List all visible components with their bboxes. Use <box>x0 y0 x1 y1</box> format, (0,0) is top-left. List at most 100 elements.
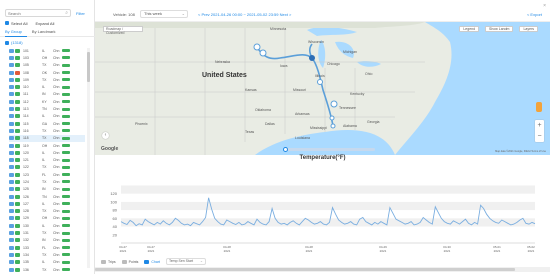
checkbox-icon[interactable] <box>9 114 14 119</box>
vehicle-row[interactable]: 132 IN Chn <box>9 237 85 244</box>
select-all-checkbox[interactable]: Select All <box>5 21 27 26</box>
sensor-select[interactable]: Temp Sen Start ⌄ <box>165 258 206 265</box>
vehicle-row[interactable]: 113 TN Chn <box>9 105 85 112</box>
collapse-panel-icon[interactable]: ‹ <box>102 132 109 139</box>
show-landmark-toggle[interactable]: Show Landm <box>485 26 514 32</box>
vehicle-row[interactable]: 124 TX Chn <box>9 178 85 185</box>
checkbox-icon[interactable] <box>9 70 14 75</box>
vehicle-row[interactable]: 122 TX Chn <box>9 164 85 171</box>
vehicle-row[interactable]: 128 TX Chn <box>9 208 85 215</box>
checkbox-icon[interactable] <box>9 63 14 68</box>
route-point[interactable] <box>309 55 315 61</box>
slider-handle[interactable] <box>283 147 288 152</box>
close-icon[interactable]: × <box>543 3 546 9</box>
layers-button[interactable]: Layers <box>519 26 538 32</box>
vehicle-row[interactable]: 133 FL Chn <box>9 244 85 251</box>
checkbox-icon[interactable] <box>9 194 14 199</box>
zoom-in-icon[interactable]: + <box>535 120 544 131</box>
checkbox-icon[interactable] <box>9 165 14 170</box>
checkbox-icon[interactable] <box>9 201 14 206</box>
checkbox-icon[interactable] <box>9 143 14 148</box>
checkbox-icon[interactable] <box>9 128 14 133</box>
vehicle-row[interactable]: 129 OH Chn <box>9 215 85 222</box>
map-type-select[interactable]: Roadmap / Customized <box>103 26 143 35</box>
route-point[interactable] <box>330 100 338 108</box>
search-icon[interactable]: ⌕ <box>65 10 68 16</box>
vehicle-row[interactable]: 112 KY Chn <box>9 98 85 105</box>
expand-all-button[interactable]: Expand All <box>35 21 54 26</box>
vehicle-row[interactable]: 126 TN Chn <box>9 193 85 200</box>
checkbox-icon[interactable] <box>9 158 14 163</box>
filter-link[interactable]: Filter <box>76 11 85 16</box>
tab-by-group[interactable]: By Group <box>5 29 22 34</box>
group-header[interactable]: (1318) <box>5 40 23 45</box>
vehicle-row[interactable]: 121 IL Chn <box>9 156 85 163</box>
checkbox-icon[interactable] <box>9 231 14 236</box>
period-select[interactable]: This week ⌄ <box>140 10 188 18</box>
chart-plot[interactable]: 2040608010012004-27202104-27202104-28202… <box>95 161 550 261</box>
checkbox-icon[interactable] <box>9 55 14 60</box>
checkbox-icon[interactable] <box>9 209 14 214</box>
map-view[interactable]: Roadmap / Customized Legend Show Landm L… <box>95 22 550 155</box>
vehicle-row[interactable]: 109 TX Chn <box>9 76 85 83</box>
tab-by-landmark[interactable]: By Landmark <box>32 29 56 34</box>
vehicle-row[interactable]: 118 TX Chn <box>9 134 85 142</box>
vehicle-row[interactable]: 127 IL Chn <box>9 200 85 207</box>
list-scrollbar[interactable] <box>87 48 90 268</box>
zoom-out-icon[interactable]: − <box>535 131 544 142</box>
vehicle-row[interactable]: 111 IN Chn <box>9 91 85 98</box>
vehicle-row[interactable]: 108 OK Chn <box>9 69 85 76</box>
checkbox-icon[interactable] <box>9 92 14 97</box>
vehicle-row[interactable]: 123 FL Chn <box>9 171 85 178</box>
vehicle-row[interactable]: 134 TX Chn <box>9 251 85 258</box>
checkbox-icon[interactable] <box>9 85 14 90</box>
vehicle-row[interactable]: 114 IL Chn <box>9 113 85 120</box>
checkbox-icon[interactable] <box>9 252 14 257</box>
vehicle-row[interactable]: 120 IL Chn <box>9 149 85 156</box>
checkbox-icon[interactable] <box>9 187 14 192</box>
route-point[interactable] <box>253 43 261 51</box>
route-point[interactable] <box>317 79 323 85</box>
street-view-pegman-icon[interactable] <box>536 102 542 112</box>
legend-button[interactable]: Legend <box>459 26 480 32</box>
checkbox-icon[interactable] <box>9 99 14 104</box>
vehicle-row[interactable]: 105 TX Chn <box>9 62 85 69</box>
checkbox-icon[interactable] <box>9 77 14 82</box>
horizontal-scrollbar[interactable] <box>95 267 550 272</box>
date-range[interactable]: < Prev 2021-04-26 00:00 ~ 2021-05-02 23:… <box>198 12 291 17</box>
map-attribution[interactable]: Map data ©2021 Google, INEGI Terms of Us… <box>495 150 546 153</box>
checkbox-icon[interactable] <box>9 216 14 221</box>
checkbox-icon[interactable] <box>9 238 14 243</box>
vehicle-row[interactable]: 101 IL Chn <box>9 47 85 54</box>
route-point[interactable] <box>330 123 336 129</box>
checkbox-icon[interactable] <box>9 172 14 177</box>
vehicle-row[interactable]: 119 OH Chn <box>9 142 85 149</box>
chart-toggle[interactable]: Chart <box>144 259 160 264</box>
vehicle-row[interactable]: 130 IL Chn <box>9 222 85 229</box>
vehicle-row[interactable]: 115 GA Chn <box>9 120 85 127</box>
checkbox-icon[interactable] <box>9 245 14 250</box>
search-input[interactable] <box>6 10 60 16</box>
vehicle-row[interactable]: 110 IL Chn <box>9 83 85 90</box>
checkbox-icon[interactable] <box>9 136 14 141</box>
playback-slider[interactable] <box>283 147 375 152</box>
checkbox-icon[interactable] <box>9 121 14 126</box>
vehicle-row[interactable]: 125 IN Chn <box>9 186 85 193</box>
vehicle-row[interactable]: 116 TX Chn <box>9 127 85 134</box>
checkbox-icon[interactable] <box>9 107 14 112</box>
vehicle-row[interactable]: 103 OH Chn <box>9 54 85 61</box>
checkbox-icon[interactable] <box>9 150 14 155</box>
vehicle-row[interactable]: 131 TX Chn <box>9 229 85 236</box>
trips-toggle[interactable]: Trips <box>101 259 116 264</box>
route-point[interactable] <box>329 115 335 121</box>
checkbox-icon[interactable] <box>9 260 14 265</box>
export-button[interactable]: < Export <box>527 12 542 17</box>
vehicle-row[interactable]: 136 TX Chn <box>9 266 85 273</box>
checkbox-icon[interactable] <box>9 179 14 184</box>
checkbox-icon[interactable] <box>9 223 14 228</box>
points-toggle[interactable]: Points <box>121 259 138 264</box>
checkbox-icon[interactable] <box>9 48 14 53</box>
route-point[interactable] <box>259 49 267 57</box>
vehicle-row[interactable]: 135 IL Chn <box>9 259 85 266</box>
search-box[interactable]: ⌕ <box>5 9 71 17</box>
